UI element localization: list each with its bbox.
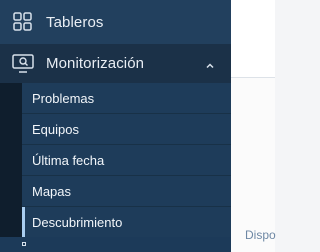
dashboard-grid-icon (11, 10, 35, 34)
monitorizacion-submenu: Problemas Equipos Última fecha Mapas Des… (22, 83, 231, 238)
content-area (231, 78, 275, 252)
sidebar-item-ultima-fecha[interactable]: Última fecha (22, 145, 231, 176)
sidebar-item-label: Última fecha (32, 152, 105, 168)
sidebar-bottom-bar (0, 237, 231, 252)
sidebar-item-tableros[interactable]: Tableros (0, 0, 231, 44)
sidebar-item-problemas[interactable]: Problemas (22, 83, 231, 114)
sidebar: Tableros Monitorización Problemas Equipo… (0, 0, 231, 252)
sidebar-item-label: Equipos (32, 121, 79, 137)
sidebar-item-label: Descubrimiento (32, 214, 123, 230)
sidebar-item-equipos[interactable]: Equipos (22, 114, 231, 145)
submenu-left-gutter (0, 83, 22, 237)
content-header-area (231, 0, 275, 78)
content-partial-text: Dispo (245, 228, 276, 242)
sidebar-item-monitorizacion[interactable]: Monitorización (0, 44, 231, 83)
sidebar-item-mapas[interactable]: Mapas (22, 176, 231, 207)
sidebar-item-label: Mapas (32, 183, 72, 199)
chevron-up-icon[interactable] (205, 58, 215, 69)
sidebar-item-label: Tableros (46, 13, 104, 31)
sidebar-item-label: Monitorización (46, 55, 145, 72)
sidebar-item-label: Problemas (32, 90, 95, 106)
sidebar-item-descubrimiento[interactable]: Descubrimiento (22, 207, 231, 238)
monitor-search-icon (11, 52, 35, 76)
small-square-icon (22, 242, 26, 246)
